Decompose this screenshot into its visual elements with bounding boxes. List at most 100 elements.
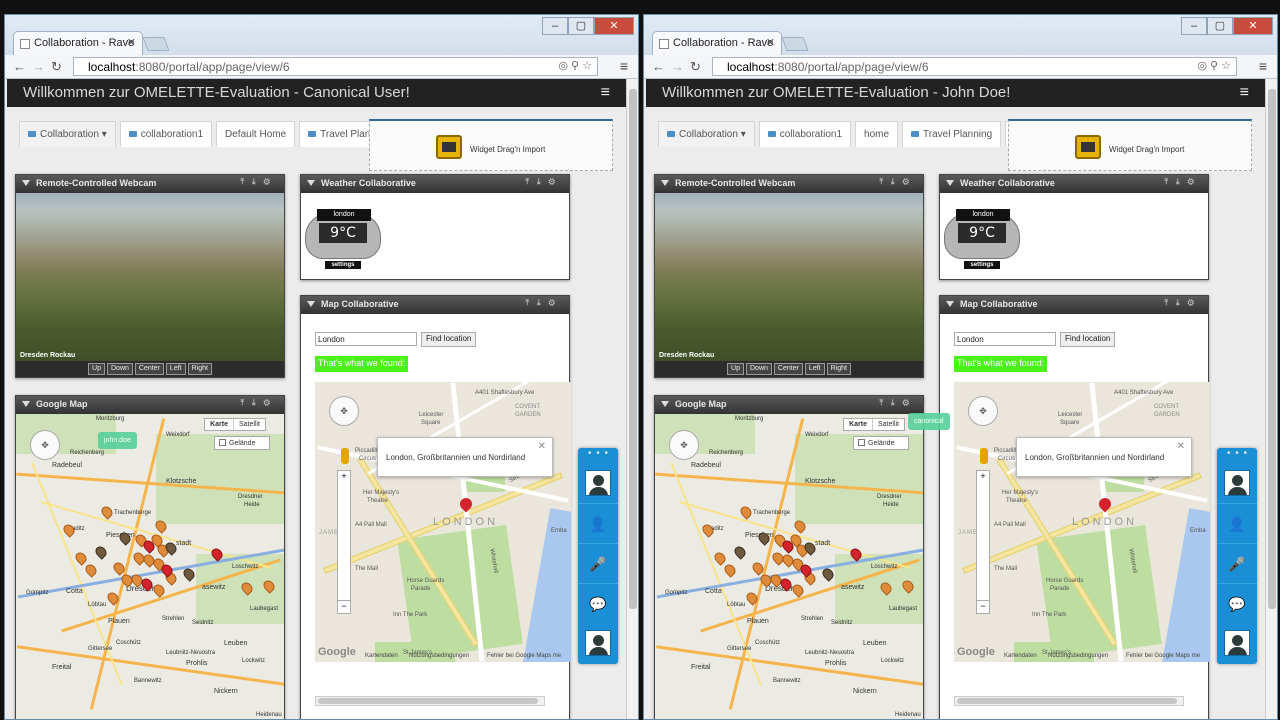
minimize-button[interactable]: – (1181, 17, 1207, 35)
page-scrollbar[interactable] (1265, 79, 1277, 719)
tab-home[interactable]: Default Home (216, 121, 296, 147)
map-marker-icon[interactable] (83, 562, 99, 578)
avatar[interactable] (585, 470, 611, 496)
terrain-checkbox[interactable]: Gelände (214, 436, 270, 450)
browser-menu-icon[interactable]: ≡ (620, 58, 628, 74)
widget-action-icons[interactable]: ⤒⤓⚙ (240, 177, 278, 187)
panel-drag-handle[interactable]: • • • (588, 449, 609, 459)
chat-icon[interactable]: 💬 (578, 583, 618, 623)
close-icon[interactable]: ✕ (538, 441, 546, 452)
terms-link[interactable]: Nutzungsbedingungen (1048, 653, 1108, 659)
report-error-link[interactable]: Fehler bei Google Maps me (1126, 653, 1200, 659)
widget-action-icons[interactable]: ⤒⤓⚙ (525, 298, 563, 308)
cam-center-button[interactable]: Center (134, 363, 164, 375)
dresden-map[interactable]: Radebeul Klotzsche Pieschen Trachenberge… (16, 414, 284, 719)
widget-action-icons[interactable]: ⤒⤓⚙ (879, 398, 917, 408)
back-arrow-icon[interactable]: ← (652, 59, 665, 74)
find-location-button[interactable]: Find location (421, 332, 477, 347)
reload-icon[interactable]: ↻ (690, 59, 701, 75)
add-user-icon[interactable]: 👤 (1217, 503, 1257, 543)
url-field[interactable]: localhost:8080/portal/app/page/view/6 (73, 57, 598, 76)
zoom-in-icon[interactable]: + (977, 471, 989, 481)
map-pan-control[interactable]: ✥ (30, 430, 60, 460)
tab-travel-planning[interactable]: Travel Planning (902, 121, 1002, 147)
terms-link[interactable]: Nutzungsbedingungen (409, 653, 469, 659)
map-type-map-button[interactable]: Karte (205, 419, 234, 430)
cam-left-button[interactable]: Left (804, 363, 825, 375)
map-type-satellite-button[interactable]: Satellit (234, 419, 265, 430)
map-pan-control[interactable]: ✥ (669, 430, 699, 460)
close-tab-icon[interactable]: ✕ (127, 36, 136, 49)
cam-down-button[interactable]: Down (107, 363, 133, 375)
scroll-thumb[interactable] (957, 698, 1177, 704)
map-marker-icon[interactable] (61, 522, 77, 538)
horizontal-scrollbar[interactable] (954, 696, 1184, 706)
horizontal-scrollbar[interactable] (315, 696, 545, 706)
map-type-satellite-button[interactable]: Satellit (873, 419, 904, 430)
extension-icons[interactable]: ◎ ⚲ ☆ (1197, 59, 1231, 72)
page-scrollbar[interactable] (626, 79, 638, 719)
report-error-link[interactable]: Fehler bei Google Maps me (487, 653, 561, 659)
london-map[interactable]: Leicester Square COVENT GARDEN A401 Shaf… (315, 382, 571, 662)
terrain-checkbox[interactable]: Gelände (853, 436, 909, 450)
scroll-thumb[interactable] (318, 698, 538, 704)
collapse-icon[interactable] (946, 180, 954, 186)
minimize-button[interactable]: – (542, 17, 568, 35)
zoom-in-icon[interactable]: + (338, 471, 350, 481)
microphone-icon[interactable]: 🎤 (1217, 543, 1257, 583)
url-field[interactable]: localhost:8080/portal/app/page/view/6 (712, 57, 1237, 76)
cam-up-button[interactable]: Up (727, 363, 744, 375)
new-tab-button[interactable] (142, 37, 170, 51)
map-pan-control[interactable]: ✥ (329, 396, 359, 426)
browser-tab[interactable]: Collaboration - Rave ✕ (13, 31, 143, 55)
widget-import-dropzone[interactable]: Widget Drag'n Import (1008, 119, 1252, 171)
zoom-out-button[interactable]: − (976, 600, 990, 614)
scroll-thumb[interactable] (1268, 89, 1276, 609)
location-input[interactable] (315, 332, 417, 346)
widget-import-dropzone[interactable]: Widget Drag'n Import (369, 119, 613, 171)
map-marker-icon[interactable] (700, 522, 716, 538)
map-data-link[interactable]: Kartendaten (1004, 653, 1037, 659)
close-icon[interactable]: ✕ (1177, 441, 1185, 452)
hamburger-menu-icon[interactable]: ≡ (1240, 84, 1249, 102)
back-arrow-icon[interactable]: ← (13, 59, 26, 74)
close-tab-icon[interactable]: ✕ (766, 36, 775, 49)
tab-collaboration[interactable]: Collaboration ▾ (658, 121, 755, 147)
map-marker-icon[interactable] (93, 544, 109, 560)
cam-left-button[interactable]: Left (165, 363, 186, 375)
add-user-icon[interactable]: 👤 (578, 503, 618, 543)
collapse-icon[interactable] (661, 401, 669, 407)
tab-home[interactable]: home (855, 121, 899, 147)
london-map[interactable]: Leicester Square COVENT GARDEN A401 Shaf… (954, 382, 1210, 662)
maximize-button[interactable]: ▢ (568, 17, 594, 35)
widget-action-icons[interactable]: ⤒⤓⚙ (240, 398, 278, 408)
map-type-map-button[interactable]: Karte (844, 419, 873, 430)
browser-menu-icon[interactable]: ≡ (1259, 58, 1267, 74)
extension-icons[interactable]: ◎ ⚲ ☆ (558, 59, 592, 72)
zoom-slider[interactable]: + (337, 470, 351, 610)
maximize-button[interactable]: ▢ (1207, 17, 1233, 35)
forward-arrow-icon[interactable]: → (32, 59, 45, 74)
collapse-icon[interactable] (946, 301, 954, 307)
tab-collaboration1[interactable]: collaboration1 (119, 121, 213, 147)
avatar[interactable] (1224, 630, 1250, 656)
forward-arrow-icon[interactable]: → (671, 59, 684, 74)
collapse-icon[interactable] (307, 301, 315, 307)
panel-drag-handle[interactable]: • • • (1227, 449, 1248, 459)
browser-tab[interactable]: Collaboration - Rave ✕ (652, 31, 782, 55)
weather-settings-button[interactable]: settings (325, 261, 361, 269)
widget-action-icons[interactable]: ⤒⤓⚙ (1164, 298, 1202, 308)
widget-action-icons[interactable]: ⤒⤓⚙ (879, 177, 917, 187)
map-data-link[interactable]: Kartendaten (365, 653, 398, 659)
widget-action-icons[interactable]: ⤒⤓⚙ (1164, 177, 1202, 187)
cam-right-button[interactable]: Right (826, 363, 851, 375)
cam-right-button[interactable]: Right (187, 363, 212, 375)
cam-up-button[interactable]: Up (88, 363, 105, 375)
avatar[interactable] (585, 630, 611, 656)
map-pan-control[interactable]: ✥ (968, 396, 998, 426)
tab-collaboration[interactable]: Collaboration ▾ (19, 121, 116, 147)
zoom-out-button[interactable]: − (337, 600, 351, 614)
chat-icon[interactable]: 💬 (1217, 583, 1257, 623)
hamburger-menu-icon[interactable]: ≡ (601, 84, 610, 102)
reload-icon[interactable]: ↻ (51, 59, 62, 75)
